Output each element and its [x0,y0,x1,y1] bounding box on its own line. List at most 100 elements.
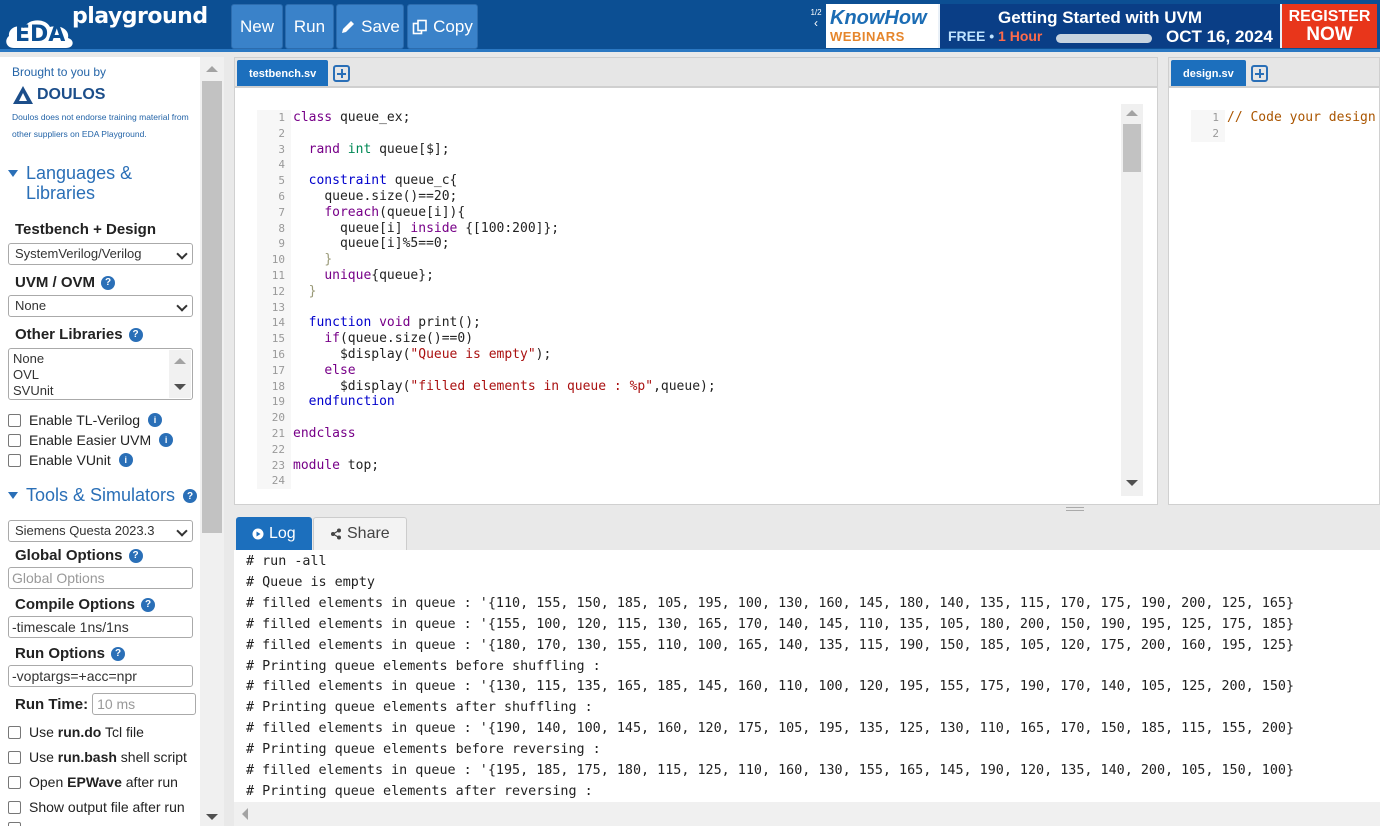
testbench-editor-scrollbar[interactable] [1121,104,1143,496]
copy-button[interactable]: Copy [407,4,478,49]
listbox-scrollbar[interactable] [169,350,191,398]
enable-tl-verilog-checkbox[interactable]: Enable TL-Verilog i [8,412,163,428]
library-option-ovl[interactable]: OVL [13,367,188,383]
checkbox-box[interactable] [8,775,21,789]
collapse-triangle-icon [8,170,18,177]
collapse-triangle-icon [8,492,18,499]
checkbox-box[interactable] [8,453,21,467]
keyword-token: inside [410,220,458,236]
tools-simulators-header[interactable]: Tools & Simulators ? [8,485,198,506]
use-run-bash-checkbox[interactable]: Use run.bash shell script [8,749,187,765]
log-output[interactable]: # run -all # Queue is empty # filled eleme… [234,550,1380,802]
show-output-file-label: Show output file after run [29,799,185,815]
tools-simulators-title: Tools & Simulators [26,485,176,505]
log-horizontal-scrollbar[interactable] [234,802,1380,826]
checkbox-box[interactable] [8,822,21,826]
ad-pager[interactable]: 1/2 ‹ [809,8,823,29]
help-icon[interactable]: ? [101,275,116,290]
keyword-token: function [308,315,372,331]
languages-libraries-header[interactable]: Languages & Libraries [8,163,176,203]
new-button[interactable]: New [231,4,283,49]
checkbox-box[interactable] [8,725,21,739]
help-icon[interactable]: ? [111,646,125,661]
chevron-down-icon [176,248,188,260]
compile-options-input[interactable]: -timescale 1ns/1ns [8,616,193,638]
code-lines[interactable]: // Code your design [1227,110,1376,142]
testbench-language-select[interactable]: SystemVerilog/Verilog [8,243,193,265]
help-icon[interactable]: ? [141,597,155,612]
testbench-editor[interactable]: 1 2 3 4 5 6 7 8 9 10 11 12 13 14 15 16 17 18 19 20 21 22 23 24 … [234,87,1158,505]
use-run-bash-label: Use run.bash shell script [29,749,187,765]
sidebar-scrollbar[interactable] [200,57,224,826]
line-number: 9 [278,237,285,251]
info-icon[interactable]: i [118,453,133,467]
code-comment-line: // Code your design [1227,110,1376,125]
help-icon[interactable]: ? [128,327,143,342]
tab-design-sv[interactable]: design.sv [1171,60,1246,86]
endorse-disclaimer: Doulos does not endorse training materia… [12,112,189,139]
help-icon[interactable]: ? [183,489,198,503]
log-line: # Printing queue elements after shufflin… [246,700,593,716]
show-output-file-checkbox[interactable]: Show output file after run [8,799,185,815]
tab-testbench-sv[interactable]: testbench.sv [237,60,329,86]
info-icon[interactable]: i [159,433,174,447]
tab-log-label: Log [269,524,296,542]
simulator-select[interactable]: Siemens Questa 2023.3 [8,520,193,542]
doulos-logo[interactable]: DOULOS [12,83,105,107]
other-libraries-listbox[interactable]: None OVL SVUnit [8,348,193,400]
scrollbar-thumb[interactable] [1123,124,1141,172]
tab-log[interactable]: Log [236,517,312,550]
line-number: 4 [278,158,285,172]
scroll-down-icon[interactable] [206,814,218,820]
library-option-svunit[interactable]: SVUnit [13,383,188,399]
save-button[interactable]: Save [336,4,404,49]
scroll-down-icon[interactable] [174,384,186,390]
use-run-do-pre-text: Use [29,724,58,740]
register-now-button[interactable]: REGISTER NOW [1282,4,1377,48]
checkbox-box[interactable] [8,433,21,447]
global-options-input[interactable]: Global Options [8,567,193,589]
info-icon[interactable]: i [148,413,163,427]
knowhow-brand: KnowHow WEBINARS [826,4,938,48]
help-icon[interactable]: ? [128,548,143,563]
code-line: constraint queue_c{ [293,173,716,189]
run-options-input[interactable]: -voptargs=+acc=npr [8,665,193,687]
run-time-input[interactable]: 10 ms [92,693,197,715]
design-editor[interactable]: 12 // Code your design [1168,87,1380,505]
code-lines[interactable]: class queue_ex; rand int queue[$]; const… [293,110,716,489]
tab-share[interactable]: Share [313,517,407,550]
add-file-icon[interactable] [1251,65,1268,82]
add-file-icon[interactable] [333,65,350,82]
run-button[interactable]: Run [285,4,334,49]
use-run-do-checkbox[interactable]: Use run.do Tcl file [8,724,144,740]
line-number-gutter: 12 [1191,110,1225,142]
line-number: 14 [271,316,285,330]
scroll-up-icon[interactable] [1126,110,1138,116]
next-option-checkbox[interactable] [8,822,21,826]
checkbox-box[interactable] [8,750,21,764]
enable-vunit-checkbox[interactable]: Enable VUnit i [8,452,133,468]
pane-resize-handle[interactable] [1066,507,1084,511]
checkbox-box[interactable] [8,800,21,814]
uvm-webinar-banner[interactable]: KnowHow WEBINARS Getting Started with UV… [826,4,1377,48]
enable-easier-uvm-checkbox[interactable]: Enable Easier UVM i [8,432,174,448]
code-line: endclass [293,426,716,442]
keyword-token: constraint [308,173,387,189]
open-epwave-checkbox[interactable]: Open EPWave after run [8,774,178,790]
eda-playground-logo[interactable]: EDA playground [4,2,224,50]
scrollbar-thumb[interactable] [202,81,222,533]
scroll-left-icon[interactable] [242,808,248,820]
checkbox-box[interactable] [8,413,21,427]
line-number: 1 [278,111,285,124]
ad-prev-icon[interactable]: ‹ [809,17,823,29]
enable-vunit-label: Enable VUnit [29,452,111,468]
new-button-label: New [239,16,274,36]
scroll-up-icon[interactable] [206,66,218,72]
library-option-none[interactable]: None [13,351,188,367]
run-time-row: Run Time: 10 ms [15,693,197,715]
log-line: # Printing queue elements after reversin… [246,783,593,799]
scroll-down-icon[interactable] [1126,480,1138,486]
uvm-ovm-select[interactable]: None [8,295,193,317]
scroll-up-icon[interactable] [174,358,186,364]
